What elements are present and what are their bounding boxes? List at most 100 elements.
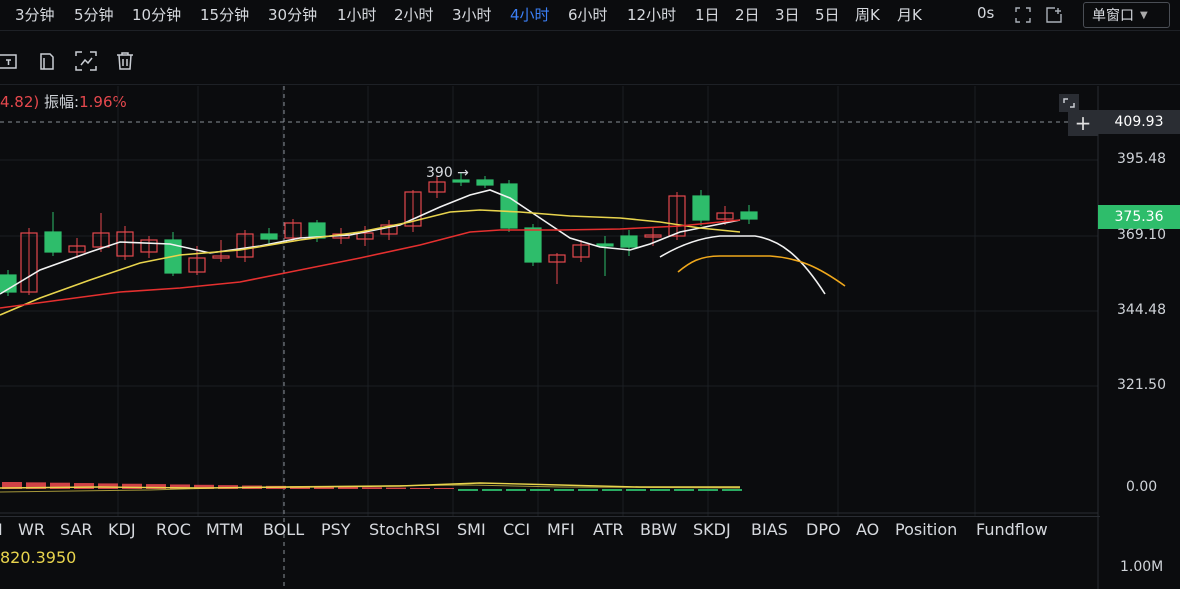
indicator-tab-psy[interactable]: PSY (321, 520, 351, 539)
timeframe-week[interactable]: 周K (855, 4, 880, 25)
indicator-tab-skdj[interactable]: SKDJ (693, 520, 731, 539)
crosshair-price-tag: 409.93 (1098, 110, 1180, 134)
indicator-tab-atr[interactable]: ATR (593, 520, 624, 539)
indicator-tab-wr[interactable]: WR (18, 520, 45, 539)
timeframe-month[interactable]: 月K (897, 4, 922, 25)
indicator-tab-boll[interactable]: BOLL (263, 520, 304, 539)
indicator-tab-cci[interactable]: CCI (503, 520, 530, 539)
ma-yellow-line (0, 209, 741, 316)
osc-bar (698, 489, 718, 491)
candle-body (548, 254, 566, 263)
timeframe-5d[interactable]: 5日 (815, 4, 840, 25)
candle-body (260, 233, 278, 240)
osc-bar (578, 489, 598, 491)
indicator-tab-smi[interactable]: SMI (457, 520, 486, 539)
indicator-tab-stochrsi[interactable]: StochRSI (369, 520, 440, 539)
osc-bar (170, 484, 190, 489)
indicator-tab-bias[interactable]: BIAS (751, 520, 788, 539)
osc-bar (74, 483, 94, 489)
osc-bar (338, 486, 358, 489)
high-marker: 390 → (426, 165, 469, 181)
indicator-tab-sar[interactable]: SAR (60, 520, 93, 539)
candle-body (500, 183, 518, 229)
amplitude-label: 振幅: (44, 93, 80, 111)
info-prefix: 4.82) (0, 93, 40, 111)
osc-bar (50, 482, 70, 489)
timeframe-bar: 3分钟 5分钟 10分钟 15分钟 30分钟 1小时 2小时 3小时 4小时 6… (0, 0, 1180, 31)
fullscreen-icon[interactable] (1012, 4, 1034, 26)
timeframe-3d[interactable]: 3日 (775, 4, 800, 25)
copy-icon[interactable] (36, 50, 58, 72)
indicator-tab-bbw[interactable]: BBW (640, 520, 677, 539)
window-mode-select[interactable]: 单窗口 ▼ (1083, 2, 1170, 28)
osc-bar (530, 489, 550, 491)
candle-body (356, 232, 374, 240)
candle-body (44, 231, 62, 253)
timeframe-2h[interactable]: 2小时 (394, 4, 434, 25)
candle-info: 4.82) 振幅:1.96% (0, 91, 127, 112)
timeframe-1d[interactable]: 1日 (695, 4, 720, 25)
osc-bar (194, 484, 214, 489)
timeframe-5m[interactable]: 5分钟 (74, 4, 114, 25)
osc-bar (626, 489, 646, 491)
indicator-tab-mtm[interactable]: MTM (206, 520, 243, 539)
popout-window-icon[interactable] (1043, 4, 1065, 26)
candle-body (476, 179, 494, 186)
indicator-tab-dpo[interactable]: DPO (806, 520, 841, 539)
timeframe-10m[interactable]: 10分钟 (132, 4, 181, 25)
candle-body (188, 257, 206, 273)
osc-bar (674, 489, 694, 491)
y-tick-1: 395.48 (1117, 151, 1166, 167)
osc-bar (98, 483, 118, 489)
indicator-tab-roc[interactable]: ROC (156, 520, 191, 539)
layout-icon[interactable] (0, 50, 22, 72)
candle-body (740, 211, 758, 220)
osc-bar (218, 485, 238, 489)
candle-body (380, 224, 398, 235)
trash-icon[interactable] (114, 50, 136, 72)
candle-body (20, 232, 38, 293)
screenshot-edit-icon[interactable] (74, 50, 97, 72)
window-mode-label: 单窗口 (1092, 8, 1134, 24)
chevron-down-icon: ▼ (1140, 9, 1148, 21)
timeframe-30m[interactable]: 30分钟 (268, 4, 317, 25)
candle-body (92, 232, 110, 248)
timeframe-3h[interactable]: 3小时 (452, 4, 492, 25)
candle-body (428, 181, 446, 193)
ma-white-line (0, 189, 741, 295)
indicator-tab-mfi[interactable]: MFI (547, 520, 575, 539)
osc-bar (650, 489, 670, 491)
osc-line-yellow (0, 482, 740, 489)
timeframe-6h[interactable]: 6小时 (568, 4, 608, 25)
candle-body (68, 245, 86, 253)
osc-bar (506, 489, 526, 491)
osc-bar (2, 482, 22, 489)
indicator-tab-position[interactable]: Position (895, 520, 957, 539)
indicator-tab-ao[interactable]: AO (856, 520, 879, 539)
osc-zero-label: 0.00 (1126, 479, 1158, 495)
add-alert-plus-icon[interactable]: + (1068, 110, 1098, 136)
indicator-tab-partial[interactable]: I (0, 520, 3, 539)
osc-line-signal (0, 484, 741, 493)
candle-body (284, 222, 302, 239)
candle-body (404, 191, 422, 227)
candle-body (116, 231, 134, 257)
timeframe-12h[interactable]: 12小时 (627, 4, 676, 25)
timeframe-3m[interactable]: 3分钟 (15, 4, 55, 25)
candle-body (668, 195, 686, 237)
timeframe-15m[interactable]: 15分钟 (200, 4, 249, 25)
price-chart (0, 86, 1099, 589)
indicator-tab-kdj[interactable]: KDJ (108, 520, 136, 539)
timeframe-2d[interactable]: 2日 (735, 4, 760, 25)
countdown: 0s (977, 4, 995, 22)
indicator-tab-fundflow[interactable]: Fundflow (976, 520, 1048, 539)
timeframe-1h[interactable]: 1小时 (337, 4, 377, 25)
timeframe-4h[interactable]: 4小时 (510, 4, 550, 25)
osc-bar (146, 484, 166, 489)
osc-bar (122, 483, 142, 489)
osc-bar (266, 485, 286, 489)
indicator-tabs: I WR SAR KDJ ROC MTM BOLL PSY StochRSI S… (0, 516, 1100, 543)
volume-axis-label: 1.00M (1120, 559, 1164, 575)
candle-body (236, 233, 254, 258)
candle-body (596, 243, 614, 247)
